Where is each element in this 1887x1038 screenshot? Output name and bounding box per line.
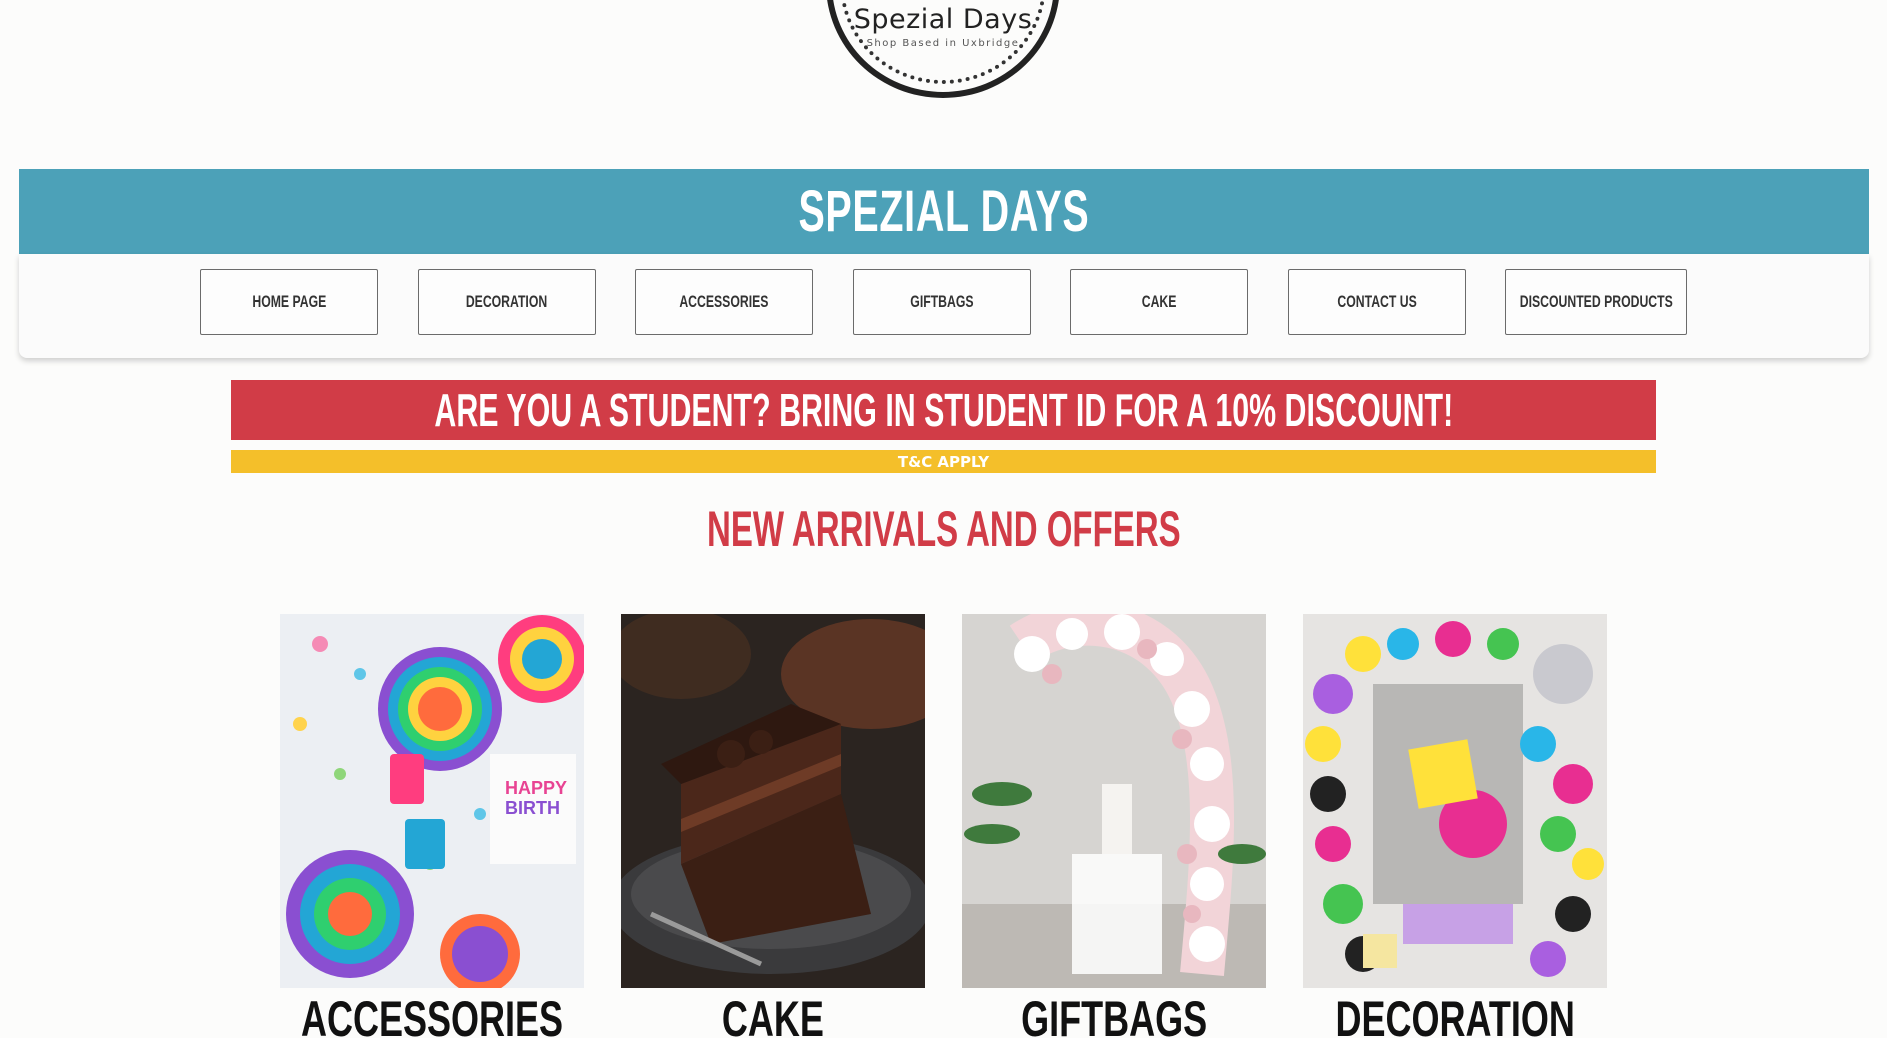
section-title-text: NEW ARRIVALS AND OFFERS [706, 501, 1181, 557]
category-card-decoration[interactable]: DECORATION [1303, 614, 1607, 1038]
category-card-accessories[interactable]: HAPPY BIRTH ACCESSORIES [280, 614, 584, 1038]
nav-label: DECORATION [466, 292, 548, 311]
shop-logo[interactable]: Spezial Days Shop Based in Uxbridge [826, 0, 1060, 98]
nav-cake-button[interactable]: CAKE [1070, 269, 1248, 335]
site-title: SPEZIAL DAYS [798, 179, 1090, 244]
nav-contact-us-button[interactable]: CONTACT US [1288, 269, 1466, 335]
new-arrivals-heading: NEW ARRIVALS AND OFFERS [0, 500, 1887, 558]
nav-label: CONTACT US [1337, 292, 1417, 311]
nav-label: CAKE [1141, 292, 1177, 311]
giftbags-image[interactable] [962, 614, 1266, 988]
category-label-text: CAKE [721, 991, 825, 1038]
main-navigation: HOME PAGE DECORATION ACCESSORIES GIFTBAG… [19, 254, 1869, 358]
svg-text:BIRTH: BIRTH [505, 798, 560, 818]
giftbags-label: GIFTBAGS [922, 990, 1306, 1038]
site-header: SPEZIAL DAYS [19, 169, 1869, 254]
nav-discounted-products-button[interactable]: DISCOUNTED PRODUCTS [1505, 269, 1687, 335]
terms-banner: T&C APPLY [231, 450, 1656, 473]
nav-home-page-button[interactable]: HOME PAGE [200, 269, 378, 335]
nav-label: HOME PAGE [252, 292, 326, 311]
category-label-text: DECORATION [1335, 991, 1575, 1038]
logo-tagline: Shop Based in Uxbridge [866, 38, 1020, 49]
decoration-label: DECORATION [1263, 990, 1647, 1038]
terms-text: T&C APPLY [897, 452, 990, 471]
nav-label: GIFTBAGS [910, 292, 974, 311]
student-discount-text: ARE YOU A STUDENT? BRING IN STUDENT ID F… [434, 384, 1453, 436]
accessories-label: ACCESSORIES [240, 990, 624, 1038]
nav-accessories-button[interactable]: ACCESSORIES [635, 269, 813, 335]
decoration-image[interactable] [1303, 614, 1607, 988]
category-label-text: GIFTBAGS [1020, 991, 1207, 1038]
accessories-image[interactable]: HAPPY BIRTH [280, 614, 584, 988]
nav-decoration-button[interactable]: DECORATION [418, 269, 596, 335]
category-card-giftbags[interactable]: GIFTBAGS [962, 614, 1266, 1038]
student-discount-banner: ARE YOU A STUDENT? BRING IN STUDENT ID F… [231, 380, 1656, 440]
svg-text:HAPPY: HAPPY [505, 778, 567, 798]
logo-name: Spezial Days [853, 4, 1033, 35]
category-card-cake[interactable]: CAKE [621, 614, 925, 1038]
cake-label: CAKE [581, 990, 965, 1038]
category-label-text: ACCESSORIES [300, 991, 564, 1038]
nav-giftbags-button[interactable]: GIFTBAGS [853, 269, 1031, 335]
cake-image[interactable] [621, 614, 925, 988]
nav-label: DISCOUNTED PRODUCTS [1519, 292, 1673, 311]
page: Spezial Days Shop Based in Uxbridge SPEZ… [0, 0, 1887, 1038]
nav-label: ACCESSORIES [679, 292, 769, 311]
